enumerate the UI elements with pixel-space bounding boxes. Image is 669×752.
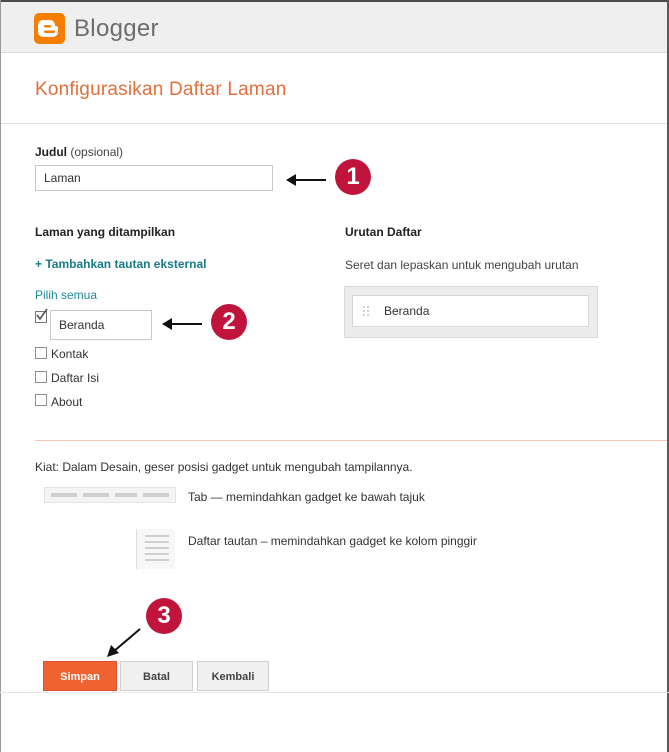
- annotation-arrow-1-icon: [286, 174, 326, 186]
- page-item-label: About: [51, 395, 83, 409]
- annotation-badge-1: 1: [335, 159, 371, 195]
- checkmark-icon: [36, 308, 48, 321]
- title-optional-hint: (opsional): [70, 145, 124, 159]
- footer-divider: [0, 692, 669, 693]
- page-item-label: Daftar Isi: [51, 371, 100, 385]
- drag-handle-icon[interactable]: [362, 305, 370, 317]
- tab-description: Tab — memindahkan gadget ke bawah tajuk: [188, 490, 425, 504]
- select-all-link[interactable]: Pilih semua: [35, 288, 97, 302]
- pages-heading: Laman yang ditampilkan: [35, 225, 176, 239]
- annotation-arrow-3-icon: [107, 628, 141, 657]
- title-input[interactable]: [35, 165, 273, 191]
- order-item-beranda[interactable]: Beranda: [352, 295, 589, 327]
- back-button[interactable]: Kembali: [197, 661, 269, 691]
- checkbox-beranda[interactable]: [35, 308, 48, 323]
- beranda-label-input[interactable]: [50, 310, 152, 340]
- tip-text: Kiat: Dalam Desain, geser posisi gadget …: [35, 460, 413, 474]
- add-external-link[interactable]: + Tambahkan tautan eksternal: [35, 257, 207, 271]
- order-hint: Seret dan lepaskan untuk mengubah urutan: [345, 258, 579, 272]
- list-layout-illustration-icon: [136, 529, 175, 569]
- annotation-badge-2: 2: [211, 304, 247, 340]
- order-list: Beranda: [344, 286, 598, 338]
- save-button[interactable]: Simpan: [43, 661, 117, 691]
- checkbox-daftar-isi[interactable]: [35, 371, 47, 383]
- gadget-config-form: Judul (opsional) 1 Laman yang ditampilka…: [0, 0, 669, 752]
- title-field-label: Judul (opsional): [35, 145, 123, 159]
- checkbox-kontak[interactable]: [35, 347, 47, 359]
- title-label-text: Judul: [35, 145, 67, 159]
- section-divider: [35, 440, 667, 441]
- order-heading: Urutan Daftar: [345, 225, 422, 239]
- tab-layout-illustration-icon: [44, 487, 176, 503]
- cancel-button[interactable]: Batal: [120, 661, 193, 691]
- checkbox-about[interactable]: [35, 394, 47, 406]
- order-item-label: Beranda: [384, 304, 430, 318]
- annotation-badge-3: 3: [146, 598, 182, 634]
- page-item-label: Kontak: [51, 347, 89, 361]
- annotation-arrow-2-icon: [162, 318, 202, 330]
- list-description: Daftar tautan – memindahkan gadget ke ko…: [188, 534, 477, 548]
